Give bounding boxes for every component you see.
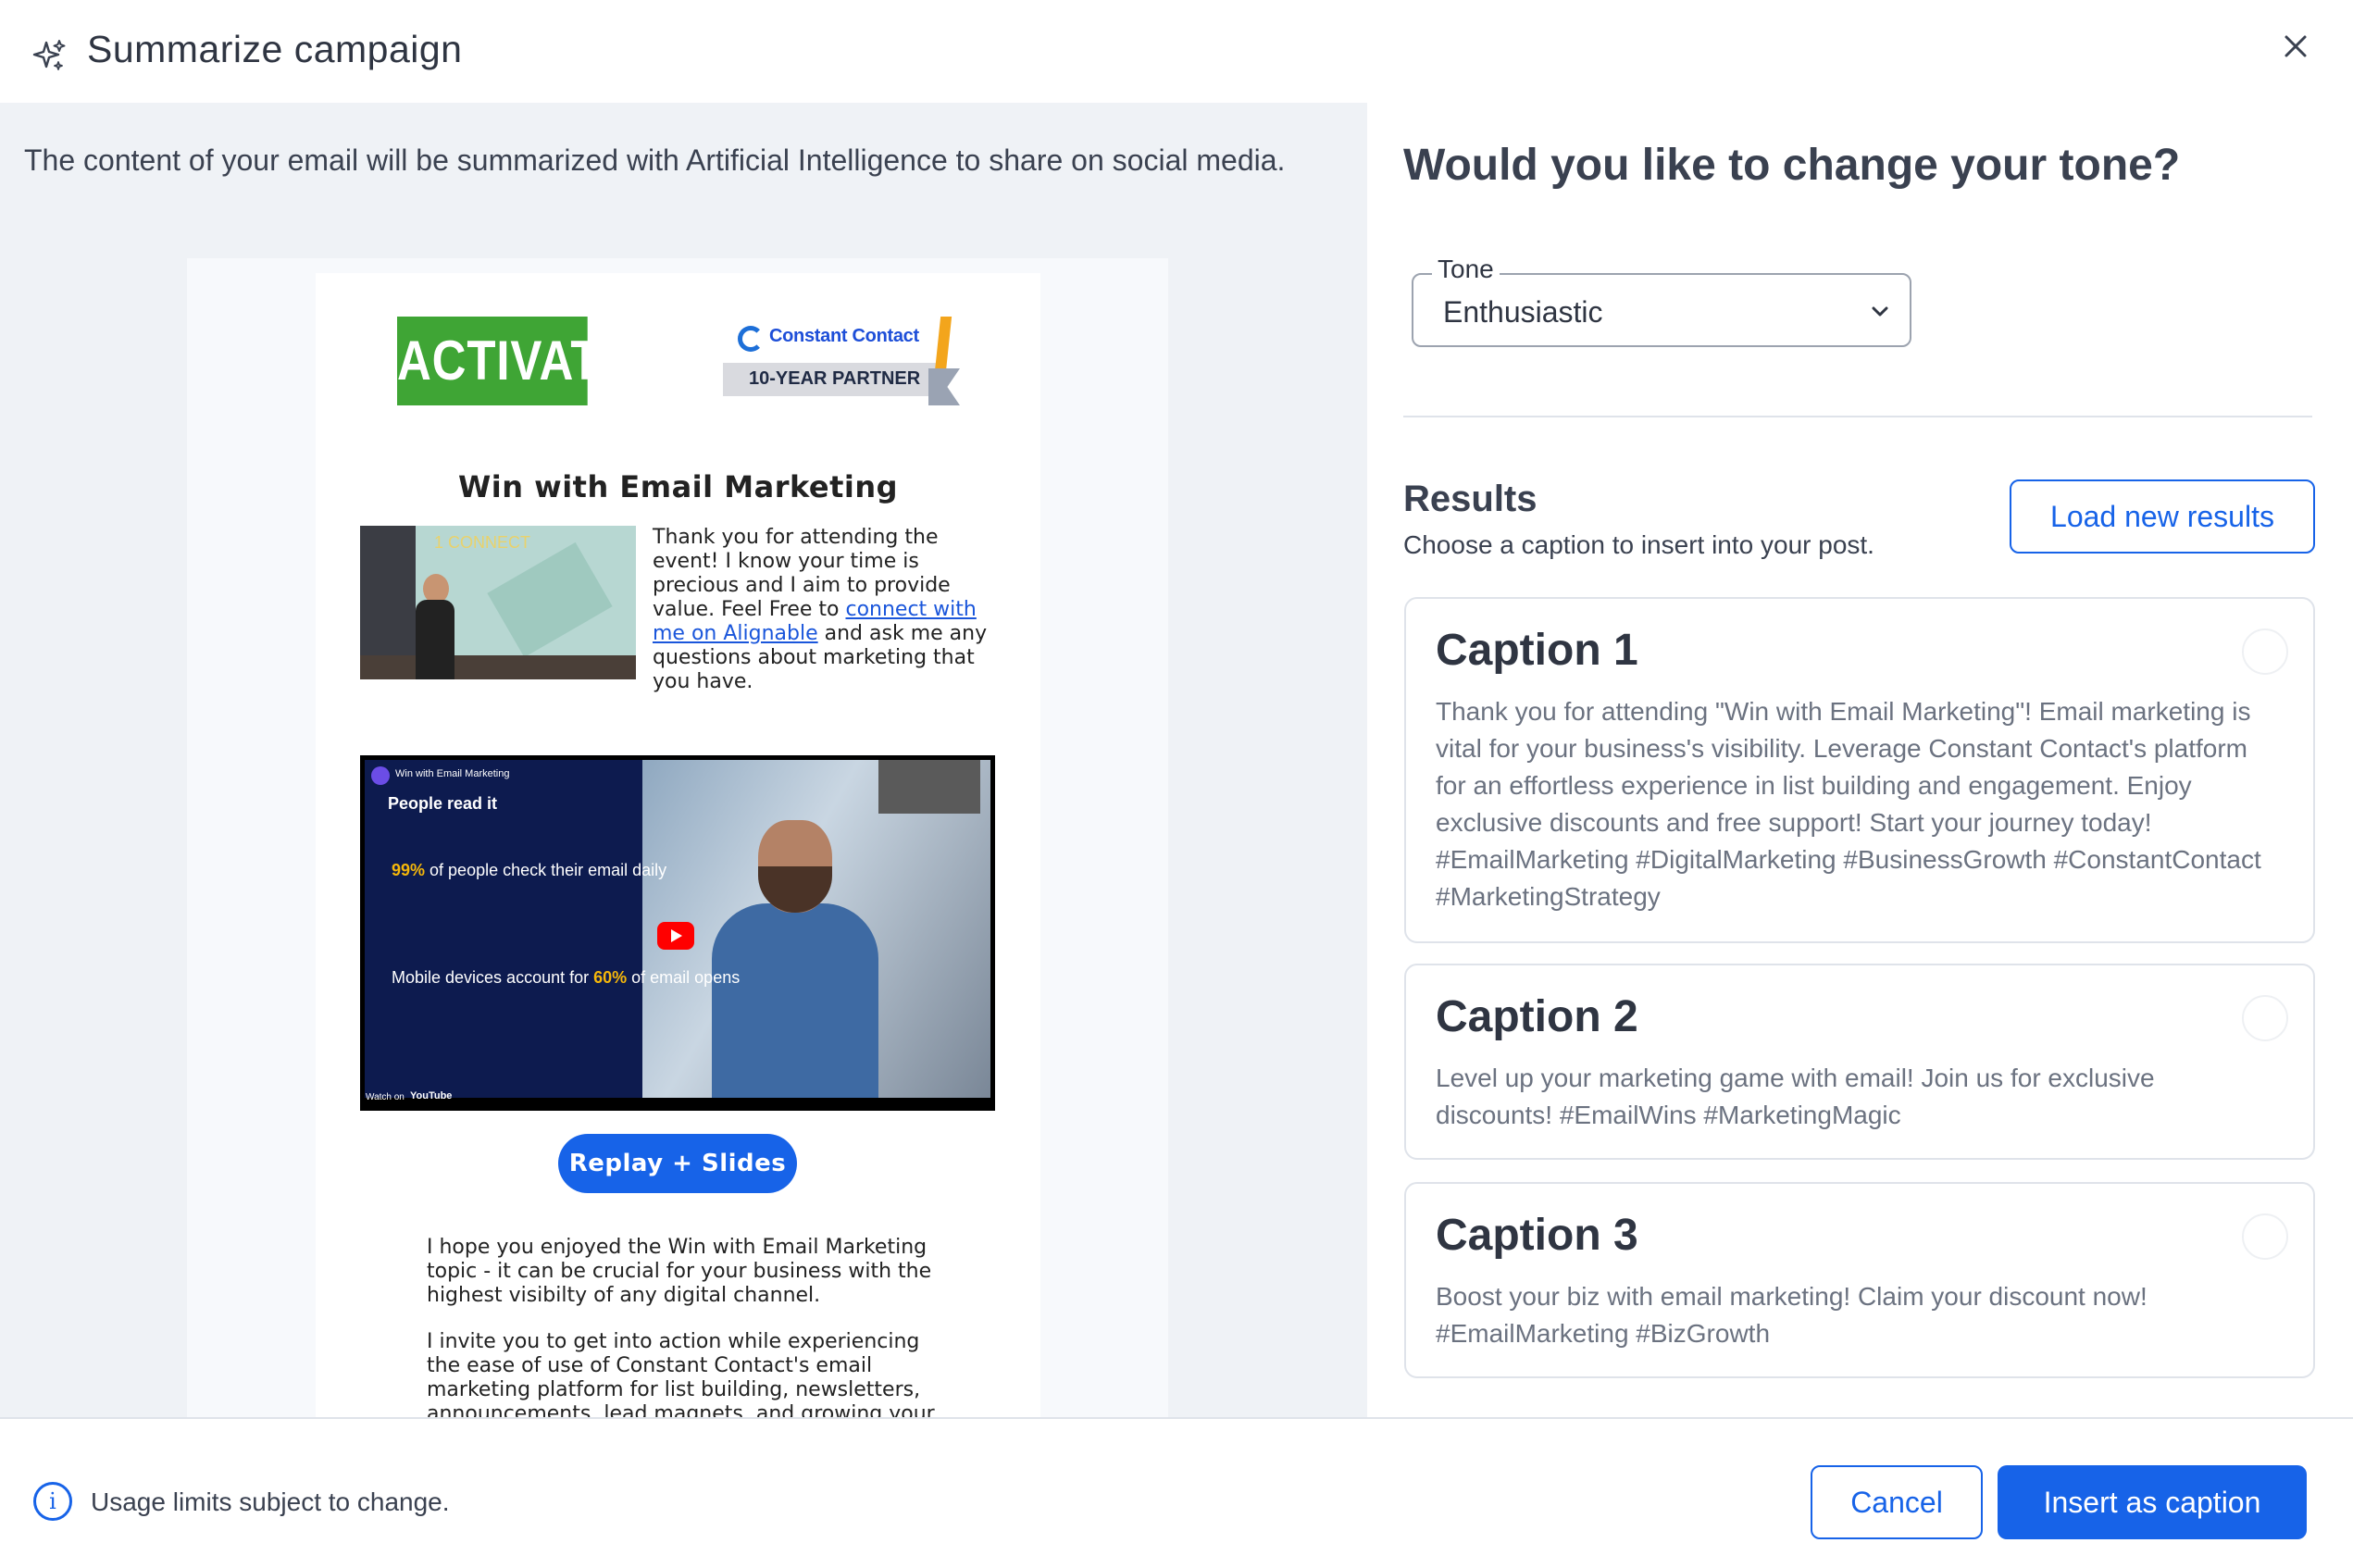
info-icon: [33, 1482, 72, 1521]
video-heading: People read it: [388, 794, 498, 813]
constant-contact-icon: [738, 326, 764, 352]
cancel-button[interactable]: Cancel: [1811, 1465, 1983, 1539]
email-paragraph-2: I invite you to get into action while ex…: [427, 1330, 935, 1417]
email-preview-pane[interactable]: The content of your email will be summar…: [0, 103, 1367, 1417]
email-preview-frame: ACTIVATE Constant Contact 10-YEAR PARTNE…: [187, 258, 1168, 1417]
watch-on-label: Watch on: [366, 1092, 405, 1102]
modal-footer: Usage limits subject to change. Cancel I…: [0, 1417, 2353, 1568]
caption-text: Level up your marketing game with email!…: [1436, 1064, 2155, 1129]
caption-text: Thank you for attending "Win with Email …: [1436, 697, 2261, 911]
video-stat-1: 99% of people check their email daily: [392, 859, 666, 881]
sparkle-icon: [32, 40, 66, 70]
constant-contact-partner-logo: Constant Contact 10-YEAR PARTNER: [723, 317, 967, 407]
youtube-logo[interactable]: YouTube: [410, 1090, 452, 1101]
caption-card-1[interactable]: Caption 1 Thank you for attending "Win w…: [1404, 597, 2315, 943]
replay-slides-button[interactable]: Replay + Slides: [558, 1134, 797, 1193]
chevron-down-icon: [1872, 306, 1888, 317]
caption-card-2[interactable]: Caption 2 Level up your marketing game w…: [1404, 964, 2315, 1160]
tone-select[interactable]: Tone Enthusiastic: [1412, 255, 1911, 347]
caption-radio[interactable]: [2242, 995, 2288, 1041]
results-heading: Results: [1403, 479, 1538, 519]
caption-radio[interactable]: [2242, 628, 2288, 675]
activate-logo: ACTIVATE: [397, 317, 631, 405]
close-icon[interactable]: [2277, 28, 2314, 65]
video-channel-name: Win with Email Marketing: [395, 768, 510, 779]
channel-avatar: [371, 766, 390, 785]
insert-as-caption-button[interactable]: Insert as caption: [1998, 1465, 2307, 1539]
webcam-thumbnail: [878, 760, 980, 814]
stat-text: of people check their email daily: [425, 861, 667, 879]
stat-value: 99%: [392, 861, 426, 879]
play-icon[interactable]: [657, 922, 694, 950]
caption-title: Caption 1: [1436, 626, 1638, 675]
modal-header: Summarize campaign: [0, 0, 2353, 103]
tone-results-pane[interactable]: Would you like to change your tone? Tone…: [1367, 103, 2353, 1417]
cc-logo-badge: 10-YEAR PARTNER: [749, 368, 921, 389]
video-embed[interactable]: Win with Email Marketing People read it …: [360, 755, 995, 1111]
stat-text: Mobile devices account for: [392, 968, 594, 987]
stat-value: 60%: [593, 968, 628, 987]
results-subtext: Choose a caption to insert into your pos…: [1403, 530, 1874, 559]
cc-logo-name: Constant Contact: [769, 326, 919, 346]
usage-note: Usage limits subject to change.: [91, 1487, 450, 1516]
caption-text: Boost your biz with email marketing! Cla…: [1436, 1282, 2148, 1348]
event-photo: 1 CONNECT: [360, 526, 636, 679]
load-new-results-button[interactable]: Load new results: [2010, 479, 2315, 554]
email-sheet: ACTIVATE Constant Contact 10-YEAR PARTNE…: [316, 273, 1040, 1417]
photo-slide-title: 1 CONNECT: [434, 533, 531, 552]
stat-text: of email opens: [627, 968, 741, 987]
modal-title: Summarize campaign: [87, 28, 463, 70]
tone-question: Would you like to change your tone?: [1403, 141, 2181, 190]
email-body-text: Thank you for attending the event! I kno…: [653, 526, 997, 694]
caption-title: Caption 3: [1436, 1211, 1638, 1260]
tone-value: Enthusiastic: [1443, 295, 1603, 329]
caption-radio[interactable]: [2242, 1213, 2288, 1260]
caption-title: Caption 2: [1436, 992, 1638, 1041]
summarize-campaign-modal: Summarize campaign The content of your e…: [0, 0, 2353, 1568]
tone-label: Tone: [1432, 255, 1500, 284]
email-heading: Win with Email Marketing: [457, 469, 899, 504]
email-paragraph-1: I hope you enjoyed the Win with Email Ma…: [427, 1236, 932, 1307]
caption-card-3[interactable]: Caption 3 Boost your biz with email mark…: [1404, 1182, 2315, 1378]
video-stat-2: Mobile devices account for 60% of email …: [392, 966, 740, 989]
divider: [1403, 416, 2312, 417]
intro-text: The content of your email will be summar…: [24, 143, 1286, 177]
